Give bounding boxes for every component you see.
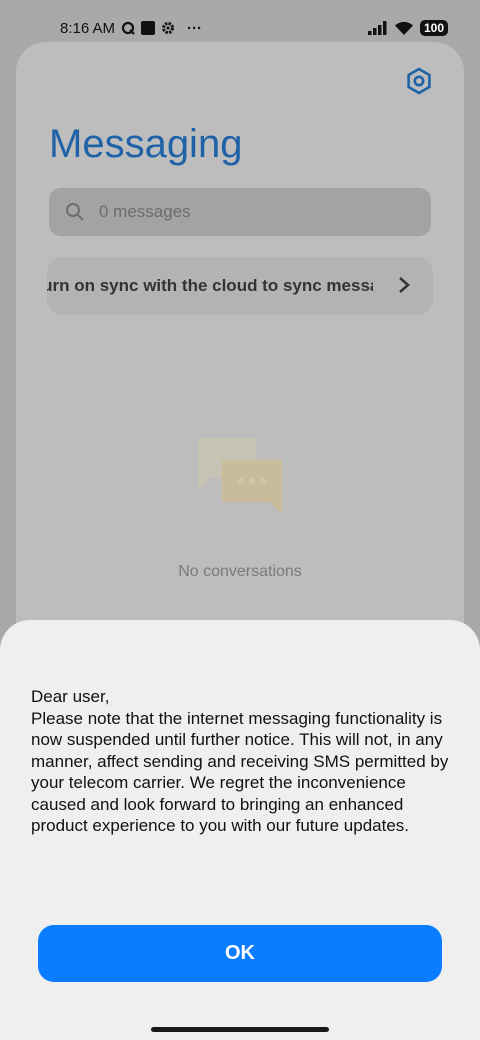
status-time: 8:16 AM — [60, 19, 116, 37]
search-bar[interactable]: 0 messages — [49, 188, 431, 236]
search-placeholder: 0 messages — [99, 202, 191, 221]
settings-icon[interactable] — [404, 66, 434, 96]
status-left: 8:16 AM ··· — [60, 20, 202, 37]
square-app-icon — [141, 21, 156, 35]
chat-bubbles-icon — [198, 438, 282, 514]
page-title: Messaging — [49, 122, 243, 166]
home-indicator[interactable] — [151, 1027, 329, 1032]
settings-status-icon — [162, 22, 175, 34]
status-right: 100 — [367, 20, 448, 36]
more-notifications-icon: ··· — [187, 19, 203, 37]
notice-message: Dear user, Please note that the internet… — [31, 687, 449, 835]
notice-dialog: Dear user, Please note that the internet… — [0, 620, 480, 1040]
q-app-icon — [121, 21, 135, 35]
signal-icon — [367, 21, 387, 35]
sync-banner-text: Turn on sync with the cloud to sync mess… — [47, 276, 373, 295]
search-icon — [66, 203, 84, 221]
ok-button[interactable]: OK — [38, 925, 442, 982]
empty-state-text: No conversations — [178, 563, 302, 580]
cloud-sync-banner[interactable]: Turn on sync with the cloud to sync mess… — [47, 257, 433, 315]
wifi-icon — [394, 21, 413, 35]
battery-indicator: 100 — [419, 20, 448, 36]
chevron-right-icon — [399, 277, 410, 293]
